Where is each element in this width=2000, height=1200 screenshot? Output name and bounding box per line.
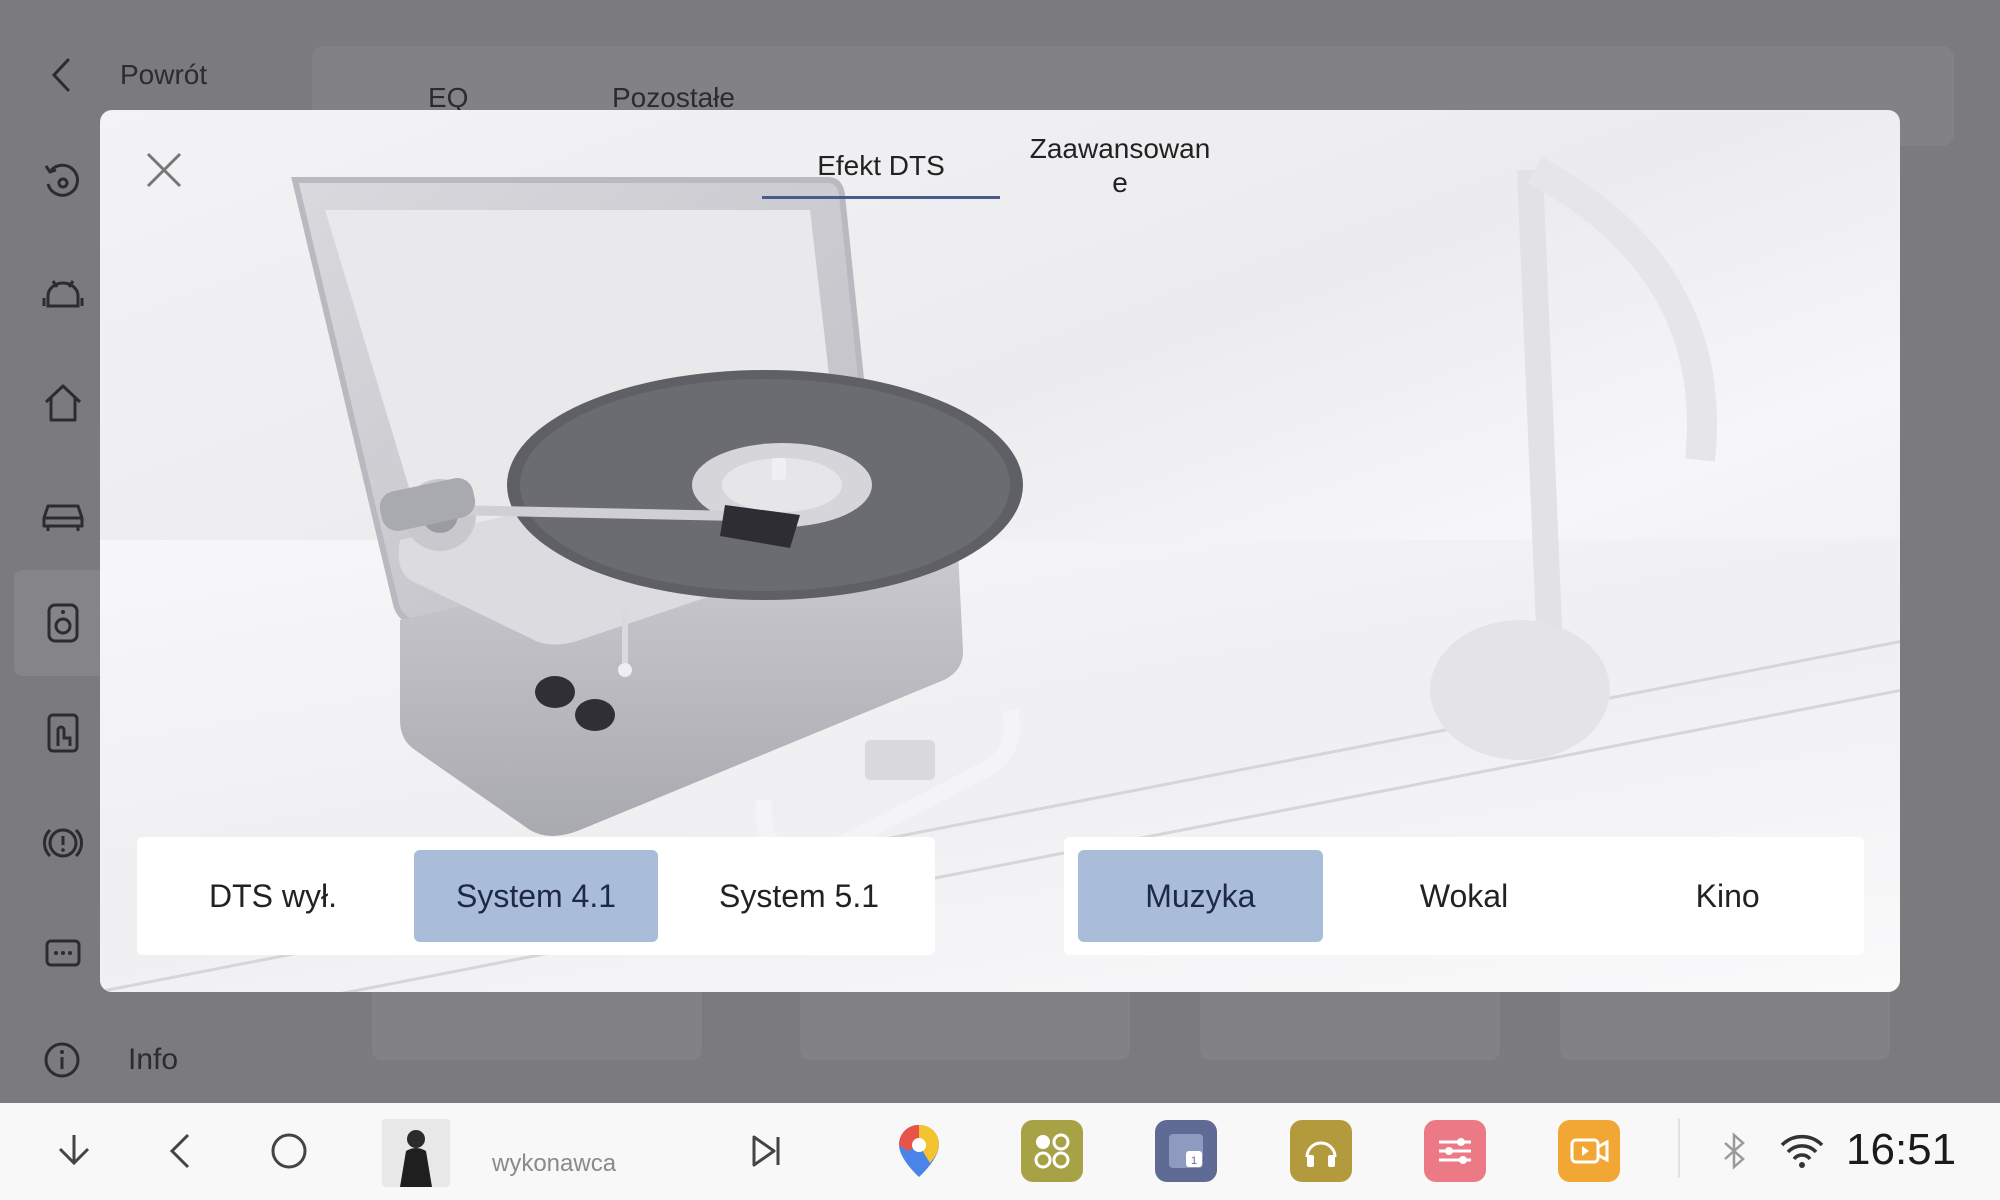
music-note-decoration [1430,156,1717,760]
wifi-status[interactable] [1772,1121,1832,1181]
bluetooth-icon [1724,1132,1745,1170]
close-button[interactable] [142,148,186,192]
nav-back-button[interactable] [152,1121,212,1181]
more-options-icon [38,928,88,978]
info-label: Info [128,1043,179,1076]
bottom-dock: 1 [0,1103,2000,1200]
music-app-icon [1305,1141,1337,1167]
back-button: Powrót [46,50,207,100]
music-app-button[interactable] [1290,1120,1352,1182]
album-art[interactable] [382,1119,450,1187]
skip-next-icon [752,1135,780,1167]
equalizer-app-button[interactable] [1424,1120,1486,1182]
bluetooth-status[interactable] [1704,1121,1764,1181]
vocal-mode-button[interactable]: Wokal [1342,850,1587,942]
video-app-icon [1570,1138,1609,1164]
dts-off-button[interactable]: DTS wył. [151,850,395,942]
system-5-1-button[interactable]: System 5.1 [677,850,921,942]
clock: 16:51 [1846,1125,1957,1174]
tab-active-indicator [762,196,1000,199]
back-icon [169,1133,190,1169]
maps-app-button[interactable] [888,1120,950,1182]
svg-text:1: 1 [1191,1155,1197,1167]
apps-grid-button[interactable] [1021,1120,1083,1182]
close-icon [146,152,182,188]
record-player-illustration [291,177,1075,840]
system-4-1-button[interactable]: System 4.1 [414,850,658,942]
split-screen-button[interactable]: 1 [1155,1120,1217,1182]
disc-icon [38,158,88,208]
apps-grid-icon [1034,1133,1070,1169]
music-mode-button[interactable]: Muzyka [1078,850,1323,942]
artist-photo-icon [382,1119,450,1187]
cinema-mode-button[interactable]: Kino [1605,850,1850,942]
collapse-button[interactable] [44,1121,104,1181]
dock-separator [1678,1118,1680,1178]
video-app-button[interactable] [1558,1120,1620,1182]
speaker-icon [38,598,88,648]
sound-mode-selector: Muzyka Wokal Kino [1064,837,1864,955]
back-arrow-icon [51,58,70,92]
tab-dts-effect[interactable]: Efekt DTS [762,150,1000,182]
back-label: Powrót [120,59,208,90]
home-icon [38,378,88,428]
dts-effect-dialog: Efekt DTS Zaawansowan e DTS wył. System … [100,110,1900,992]
next-track-button[interactable] [736,1121,796,1181]
info-item: Info [42,1040,178,1080]
touch-icon [38,708,88,758]
wifi-icon [1780,1134,1824,1168]
info-icon [44,1042,80,1078]
maps-icon [899,1125,939,1177]
chevron-down-icon [58,1135,90,1166]
car-icon [38,488,88,538]
android-icon [38,268,88,318]
nav-home-button[interactable] [259,1121,319,1181]
home-circle-icon [271,1133,307,1169]
split-screen-icon: 1 [1169,1134,1203,1168]
equalizer-app-icon [1439,1138,1471,1164]
artist-label: wykonawca [492,1150,617,1177]
warning-icon [38,818,88,868]
system-mode-selector: DTS wył. System 4.1 System 5.1 [137,837,935,955]
tab-advanced[interactable]: Zaawansowan e [1010,132,1230,200]
